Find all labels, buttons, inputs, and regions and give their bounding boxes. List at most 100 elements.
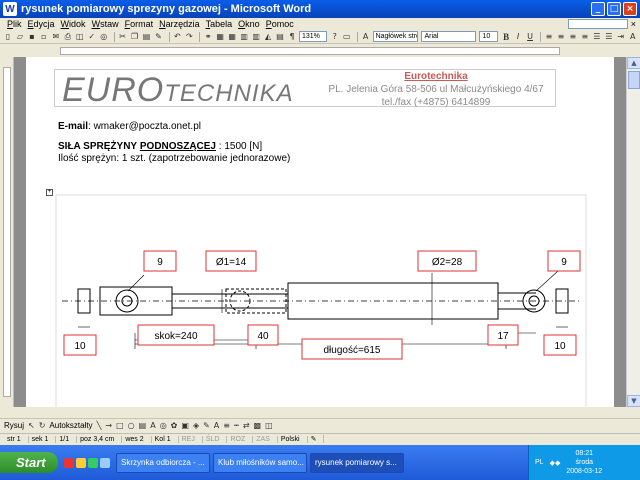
- rotate-icon[interactable]: ↻: [39, 421, 46, 430]
- status-trk[interactable]: ŚLD: [203, 435, 228, 443]
- vertical-ruler[interactable]: [0, 57, 14, 407]
- show-hide-icon[interactable]: ¶: [287, 31, 297, 42]
- shadow-icon[interactable]: ▩: [254, 421, 262, 430]
- document-page[interactable]: EUROTECHNIKA Eurotechnika PL. Jelenia Gó…: [26, 57, 614, 407]
- menu-tools[interactable]: Narzędzia: [156, 19, 203, 29]
- scroll-thumb[interactable]: [628, 71, 640, 89]
- scroll-down-icon[interactable]: ▼: [627, 395, 640, 407]
- align-right-icon[interactable]: ≡: [568, 31, 578, 42]
- clock[interactable]: 08:21 środa 2008-03-12: [566, 449, 602, 476]
- menu-window[interactable]: Okno: [235, 19, 263, 29]
- underline-button[interactable]: U: [525, 31, 535, 42]
- minimize-button[interactable]: _: [591, 2, 605, 16]
- font-color-icon[interactable]: A: [214, 421, 219, 430]
- style-select[interactable]: Nagłówek stron: [372, 31, 419, 42]
- help-icon[interactable]: ?: [330, 31, 340, 42]
- tables-borders-icon[interactable]: ▦: [215, 31, 225, 42]
- maximize-button[interactable]: □: [607, 2, 621, 16]
- columns-icon[interactable]: ▥: [251, 31, 261, 42]
- line-style-icon[interactable]: ≡: [223, 421, 230, 430]
- new-document-icon[interactable]: ▯: [3, 31, 13, 42]
- horizontal-ruler[interactable]: [0, 45, 640, 57]
- insert-table-icon[interactable]: ▦: [227, 31, 237, 42]
- bullets-icon[interactable]: ☰: [604, 31, 614, 42]
- taskbar-item-club[interactable]: Klub miłośników samo...: [213, 452, 307, 473]
- zoom-select[interactable]: 131%: [299, 31, 327, 42]
- numbering-icon[interactable]: ☰: [592, 31, 602, 42]
- tray-icons[interactable]: ◆◆: [550, 459, 561, 467]
- menu-insert[interactable]: Wstaw: [89, 19, 122, 29]
- styles-pane-icon[interactable]: A: [361, 31, 371, 42]
- read-icon[interactable]: ▭: [342, 31, 352, 42]
- diagram-icon[interactable]: ◎: [160, 421, 167, 430]
- paste-icon[interactable]: ▤: [142, 31, 152, 42]
- autoshapes-menu[interactable]: Autokształty: [49, 421, 92, 430]
- close-document-icon[interactable]: ×: [631, 19, 636, 29]
- print-preview-icon[interactable]: ◫: [75, 31, 85, 42]
- taskbar-item-word[interactable]: rysunek pomiarowy s...: [310, 452, 404, 473]
- picture-icon[interactable]: ▣: [181, 421, 189, 430]
- desktop-icon[interactable]: [100, 457, 110, 468]
- browser-icon[interactable]: [64, 457, 74, 468]
- language-indicator[interactable]: PL: [535, 459, 544, 466]
- email-icon[interactable]: ✉: [51, 31, 61, 42]
- menu-file[interactable]: Plik: [4, 19, 25, 29]
- italic-button[interactable]: I: [513, 31, 523, 42]
- undo-icon[interactable]: ↶: [172, 31, 182, 42]
- cut-icon[interactable]: ✂: [118, 31, 128, 42]
- menu-edit[interactable]: Edycja: [25, 19, 58, 29]
- media-icon[interactable]: [76, 457, 86, 468]
- menu-help[interactable]: Pomoc: [263, 19, 297, 29]
- redo-icon[interactable]: ↷: [184, 31, 194, 42]
- font-select[interactable]: Arial: [421, 31, 477, 42]
- dash-style-icon[interactable]: ┅: [234, 421, 239, 430]
- line-color-icon[interactable]: ✎: [203, 421, 210, 430]
- insert-excel-icon[interactable]: ▥: [239, 31, 249, 42]
- print-icon[interactable]: ⎙: [63, 31, 73, 42]
- 3d-icon[interactable]: ◫: [265, 421, 273, 430]
- line-icon[interactable]: ╲: [97, 421, 102, 430]
- word-app-icon[interactable]: W: [3, 2, 17, 16]
- clipart-icon[interactable]: ✿: [171, 421, 178, 430]
- hyperlink-icon[interactable]: ⚭: [203, 31, 213, 42]
- drawing-icon[interactable]: ◭: [263, 31, 273, 42]
- spelling-icon[interactable]: ✓: [87, 31, 97, 42]
- vertical-scrollbar[interactable]: ▲ ▼: [626, 57, 640, 407]
- start-button[interactable]: Start: [0, 452, 58, 473]
- font-color-icon[interactable]: A: [628, 31, 638, 42]
- menu-table[interactable]: Tabela: [203, 19, 236, 29]
- bold-button[interactable]: B: [501, 31, 511, 42]
- open-icon[interactable]: ▱: [15, 31, 25, 42]
- indent-icon[interactable]: ⇥: [616, 31, 626, 42]
- research-icon[interactable]: ◎: [99, 31, 109, 42]
- font-size-select[interactable]: 10: [479, 31, 499, 42]
- menu-format[interactable]: Format: [122, 19, 157, 29]
- draw-menu[interactable]: Rysuj: [4, 421, 24, 430]
- help-search-input[interactable]: [567, 19, 628, 29]
- spelling-status-icon[interactable]: ✎: [308, 435, 325, 443]
- arrow-style-icon[interactable]: ⇄: [243, 421, 250, 430]
- textbox-icon[interactable]: ▤: [139, 421, 147, 430]
- scroll-up-icon[interactable]: ▲: [627, 57, 640, 69]
- menu-view[interactable]: Widok: [58, 19, 89, 29]
- rectangle-icon[interactable]: □: [116, 421, 124, 430]
- fill-color-icon[interactable]: ◈: [193, 421, 199, 430]
- permission-icon[interactable]: ▫: [39, 31, 49, 42]
- taskbar-item-mail[interactable]: Skrzynka odbiorcza - ...: [116, 452, 210, 473]
- messenger-icon[interactable]: [88, 457, 98, 468]
- close-button[interactable]: ×: [623, 2, 637, 16]
- wordart-icon[interactable]: A: [150, 421, 155, 430]
- justify-icon[interactable]: ≡: [580, 31, 590, 42]
- align-center-icon[interactable]: ≡: [556, 31, 566, 42]
- copy-icon[interactable]: ❐: [130, 31, 140, 42]
- arrow-icon[interactable]: →: [105, 421, 112, 430]
- save-icon[interactable]: ▪: [27, 31, 37, 42]
- format-painter-icon[interactable]: ✎: [154, 31, 164, 42]
- select-objects-icon[interactable]: ↖: [28, 421, 35, 430]
- status-rec[interactable]: REJ: [179, 435, 203, 443]
- status-ovr[interactable]: ZAS: [253, 435, 278, 443]
- status-ext[interactable]: ROZ: [227, 435, 254, 443]
- oval-icon[interactable]: ○: [128, 421, 135, 430]
- align-left-icon[interactable]: ≡: [544, 31, 554, 42]
- document-map-icon[interactable]: ▤: [275, 31, 285, 42]
